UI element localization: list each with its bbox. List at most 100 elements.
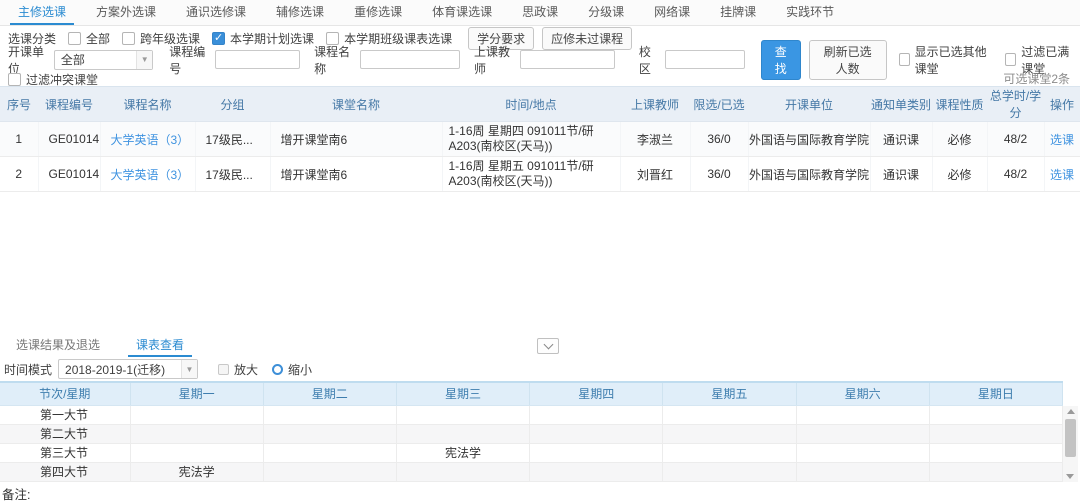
checkbox-label: 过滤冲突课堂 <box>26 71 98 88</box>
course-table: 序号课程编号课程名称分组课堂名称时间/地点上课教师限选/已选开课单位通知单类别课… <box>0 86 1080 192</box>
cell-course-no: GE01014 <box>38 157 100 192</box>
timetable-cell[interactable] <box>396 462 529 481</box>
chevron-down-icon[interactable]: ▼ <box>181 360 197 378</box>
timetable-cell[interactable] <box>530 462 663 481</box>
main-tab[interactable]: 网络课 <box>646 0 698 25</box>
zoom-out-radio[interactable]: 缩小 <box>272 361 312 378</box>
timetable-cell[interactable] <box>396 424 529 443</box>
main-tab[interactable]: 实践环节 <box>778 0 842 25</box>
chevron-down-icon[interactable]: ▼ <box>136 51 152 69</box>
timetable-cell[interactable] <box>796 462 929 481</box>
note-label: 备注: <box>2 484 30 503</box>
timetable-cell[interactable] <box>929 424 1062 443</box>
checkbox-icon[interactable] <box>8 73 21 86</box>
timetable-cell[interactable] <box>663 462 796 481</box>
cell-unit: 外国语与国际教育学院 <box>748 122 870 157</box>
main-tab-label: 思政课 <box>522 3 558 20</box>
course-no-input[interactable] <box>215 50 300 69</box>
timetable-cell[interactable] <box>663 405 796 424</box>
checkbox-icon[interactable] <box>68 32 81 45</box>
timetable-header-cell: 星期五 <box>663 382 796 405</box>
bottom-tab[interactable]: 课表查看 <box>128 336 192 357</box>
timetable-cell[interactable] <box>396 405 529 424</box>
timetable-cell[interactable] <box>929 443 1062 462</box>
main-tab-label: 体育课选课 <box>432 3 492 20</box>
main-tab[interactable]: 思政课 <box>514 0 566 25</box>
cell-group: 17级民... <box>195 122 270 157</box>
main-tab[interactable]: 方案外选课 <box>88 0 164 25</box>
timetable-cell[interactable] <box>929 405 1062 424</box>
scroll-up-icon[interactable] <box>1067 409 1075 414</box>
checkbox-label: 本学期计划选课 <box>230 30 314 47</box>
main-tab-label: 方案外选课 <box>96 3 156 20</box>
main-tab[interactable]: 挂牌课 <box>712 0 764 25</box>
select-course-link[interactable]: 选课 <box>1050 168 1074 182</box>
timetable-cell[interactable]: 宪法学 <box>130 462 263 481</box>
timetable-cell[interactable] <box>530 424 663 443</box>
main-tab[interactable]: 通识选修课 <box>178 0 254 25</box>
timetable-cell[interactable] <box>796 405 929 424</box>
zoom-in-checkbox[interactable]: 放大 <box>218 361 258 378</box>
checkbox-icon[interactable] <box>212 32 225 45</box>
scroll-down-icon[interactable] <box>1066 474 1074 479</box>
timetable-cell[interactable] <box>263 443 396 462</box>
campus-input[interactable] <box>665 50 745 69</box>
zoom-out-label: 缩小 <box>288 361 312 378</box>
timetable-cell[interactable] <box>263 405 396 424</box>
course-table-header-cell: 课程编号 <box>38 87 100 122</box>
timetable-cell[interactable] <box>663 443 796 462</box>
timetable-header-cell: 星期四 <box>530 382 663 405</box>
course-name-link[interactable]: 大学英语（3） <box>111 133 190 147</box>
unit-select[interactable]: 全部 ▼ <box>54 50 153 70</box>
category-checkbox[interactable]: 全部 <box>68 30 110 47</box>
cell-class-name: 增开课堂南6 <box>270 157 442 192</box>
checkbox-label: 本学期班级课表选课 <box>344 30 452 47</box>
timetable-header-row: 节次/星期星期一星期二星期三星期四星期五星期六星期日 <box>0 382 1063 405</box>
course-name-input[interactable] <box>360 50 460 69</box>
timetable-header-cell: 星期二 <box>263 382 396 405</box>
main-tab[interactable]: 主修选课 <box>10 0 74 25</box>
timetable-cell[interactable] <box>663 424 796 443</box>
course-table-header-cell: 上课教师 <box>620 87 690 122</box>
timetable-cell[interactable] <box>263 424 396 443</box>
time-mode-value: 2018-2019-1(迁移) <box>65 361 165 378</box>
main-tab[interactable]: 重修选课 <box>346 0 410 25</box>
checkbox-icon[interactable] <box>122 32 135 45</box>
main-tab[interactable]: 体育课选课 <box>424 0 500 25</box>
timetable-cell[interactable] <box>130 405 263 424</box>
course-table-header-cell: 课堂名称 <box>270 87 442 122</box>
radio-icon[interactable] <box>272 364 283 375</box>
unit-select-value: 全部 <box>61 51 85 68</box>
bottom-tab-label: 选课结果及退选 <box>16 336 100 353</box>
timetable-cell[interactable] <box>130 443 263 462</box>
unpassed-courses-button[interactable]: 应修未过课程 <box>542 27 632 50</box>
timetable-cell[interactable] <box>130 424 263 443</box>
course-name-link[interactable]: 大学英语（3） <box>111 168 190 182</box>
time-mode-select[interactable]: 2018-2019-1(迁移) ▼ <box>58 359 198 379</box>
timetable-cell[interactable] <box>796 424 929 443</box>
timetable-cell[interactable]: 宪法学 <box>396 443 529 462</box>
main-tab[interactable]: 分级课 <box>580 0 632 25</box>
filter-conflict-checkbox[interactable]: 过滤冲突课堂 <box>8 71 98 88</box>
timetable-row: 第一大节 <box>0 405 1063 424</box>
vertical-scrollbar[interactable] <box>1063 406 1078 482</box>
main-tab[interactable]: 辅修选课 <box>268 0 332 25</box>
main-tab-label: 主修选课 <box>18 3 66 20</box>
course-table-header-cell: 限选/已选 <box>690 87 748 122</box>
timetable-cell[interactable] <box>263 462 396 481</box>
timetable-cell[interactable] <box>530 443 663 462</box>
timetable-cell[interactable] <box>530 405 663 424</box>
select-course-link[interactable]: 选课 <box>1050 133 1074 147</box>
scrollbar-thumb[interactable] <box>1065 419 1076 457</box>
timetable-cell[interactable] <box>929 462 1062 481</box>
checkbox-icon[interactable] <box>1005 53 1016 66</box>
checkbox-icon[interactable] <box>218 364 229 375</box>
teacher-input[interactable] <box>520 50 615 69</box>
timetable-cell[interactable] <box>796 443 929 462</box>
checkbox-icon[interactable] <box>899 53 910 66</box>
collapse-panel-button[interactable] <box>537 338 559 354</box>
category-checkbox[interactable]: 本学期计划选课 <box>212 30 314 47</box>
bottom-tab[interactable]: 选课结果及退选 <box>8 336 108 357</box>
cell-limit: 36/0 <box>690 122 748 157</box>
available-count: 可选课堂2条 <box>1003 70 1070 87</box>
